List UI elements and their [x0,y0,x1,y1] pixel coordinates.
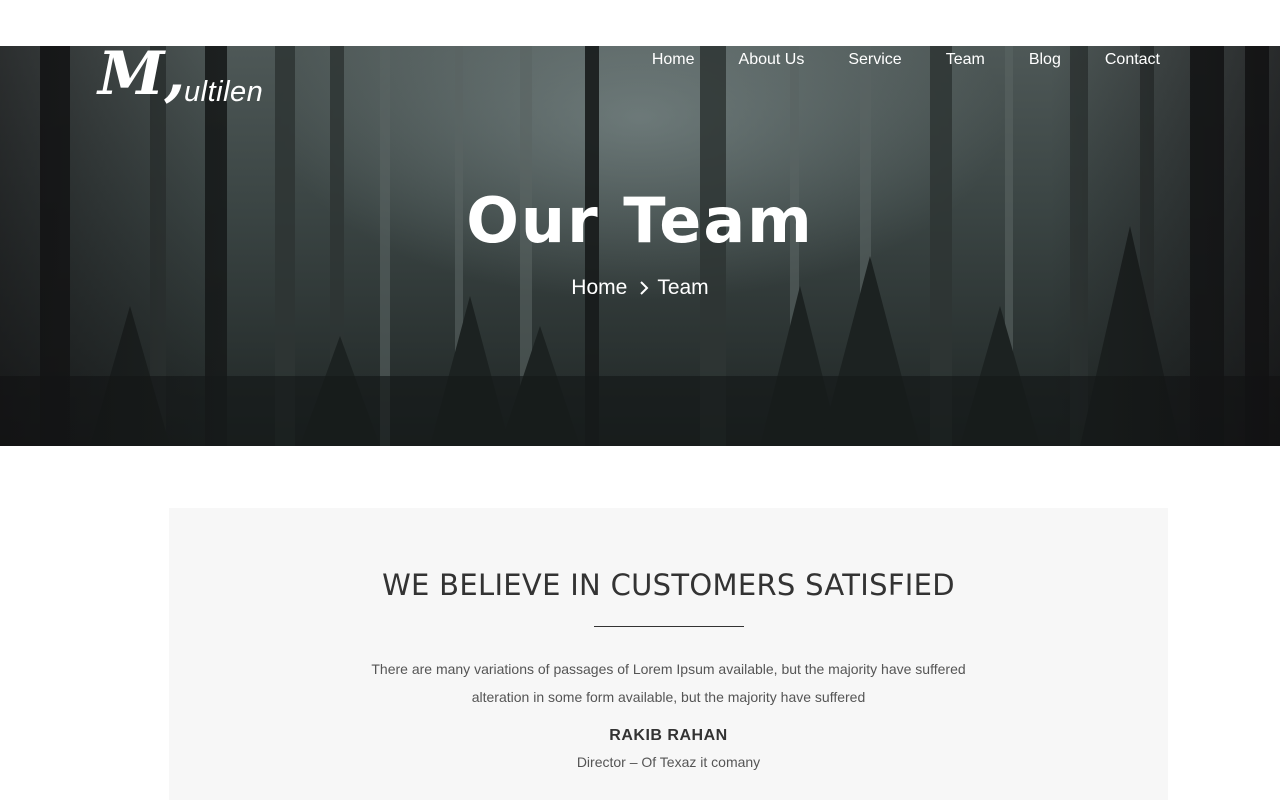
testimonial-heading: WE BELIEVE IN CUSTOMERS SATISFIED [382,568,955,602]
testimonial-section: WE BELIEVE IN CUSTOMERS SATISFIED There … [169,508,1168,800]
testimonial-author-role: Director – Of Texaz it comany [576,754,761,770]
nav-item-contact[interactable]: Contact [1105,50,1160,70]
nav-item-service[interactable]: Service [848,50,901,70]
nav-item-team[interactable]: Team [946,50,985,70]
page-title: Our Team [466,184,814,257]
nav-item-home[interactable]: Home [652,50,695,70]
logo-initial: M, [98,46,186,109]
testimonial-author-name: RAKIB RAHAN [609,727,728,744]
breadcrumb-current: Team [657,276,709,299]
hero-banner: M, ultilen Home About Us Service Team Bl… [0,46,1280,446]
chevron-right-icon [640,281,649,295]
nav-item-blog[interactable]: Blog [1029,50,1061,70]
nav-item-about-us[interactable]: About Us [739,50,805,70]
logo-wordmark: ultilen [184,76,264,108]
main-navigation: Home About Us Service Team Blog Contact [608,50,1160,70]
testimonial-text: There are many variations of passages of… [371,661,966,705]
heading-divider [594,626,744,627]
breadcrumb-home-link[interactable]: Home [571,276,627,300]
brand-logo[interactable]: M, ultilen [98,46,278,114]
breadcrumb: Home Team [0,276,1280,300]
